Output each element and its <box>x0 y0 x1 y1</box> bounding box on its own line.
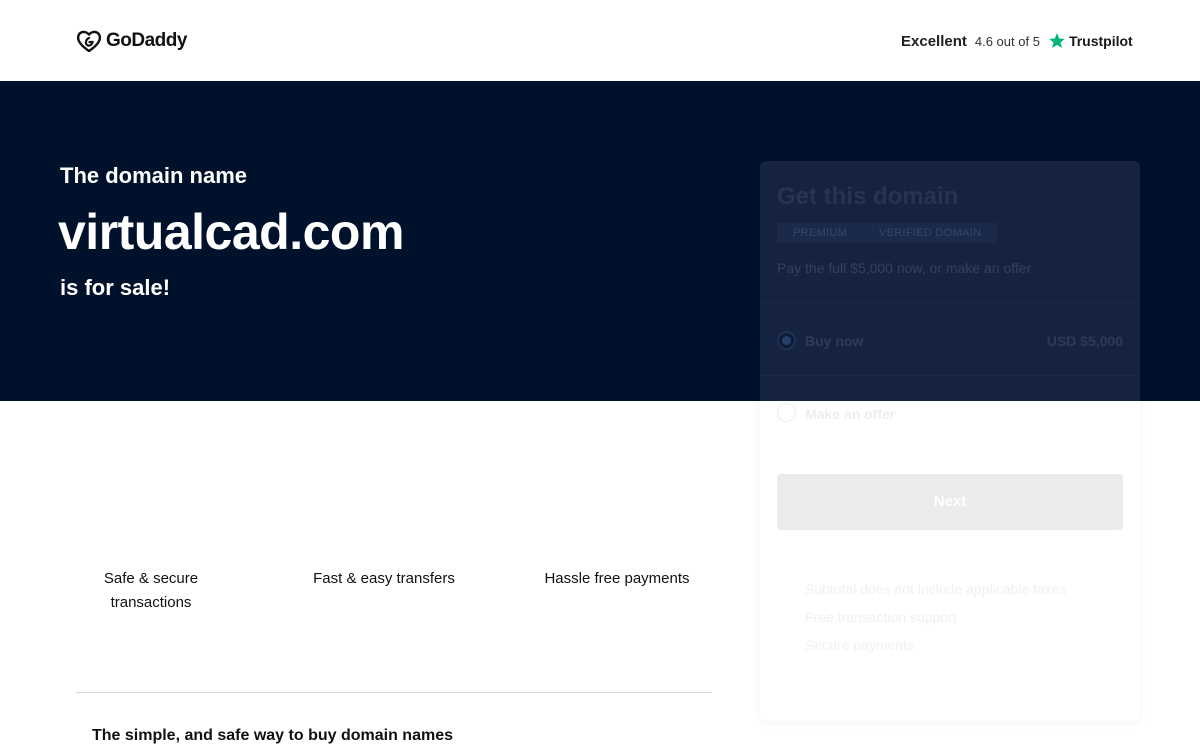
card-divider <box>760 375 1140 376</box>
feature-support: Free transaction support <box>805 609 957 625</box>
benefit-text: Fast & easy transfers <box>313 570 455 587</box>
make-offer-radio[interactable] <box>777 403 796 422</box>
hero-post-text: is for sale! <box>60 275 171 300</box>
godaddy-logo[interactable]: GoDaddy <box>76 28 187 54</box>
next-button[interactable]: Next <box>777 474 1123 530</box>
trustpilot-rating[interactable]: Excellent 4.6 out of 5 Trustpilot <box>901 29 1133 53</box>
trustpilot-brand: Trustpilot <box>1068 33 1133 49</box>
make-offer-label[interactable]: Make an offer <box>805 406 895 422</box>
benefit-text: Hassle free payments <box>544 570 690 587</box>
top-header: GoDaddy Excellent 4.6 out of 5 Trustpilo… <box>0 0 1200 81</box>
benefit-text: Safe & secure <box>103 570 199 587</box>
buy-now-radio[interactable] <box>777 331 796 350</box>
section-divider <box>76 692 712 693</box>
domain-name-title: virtualcad.com <box>58 204 404 260</box>
premium-badge: PREMIUM <box>777 223 864 243</box>
section-heading: The simple, and safe way to buy domain n… <box>92 727 453 744</box>
feature-secure-payments: Secure payments <box>805 637 914 653</box>
benefit-safe-secure: Safe & secure transactions <box>80 567 222 615</box>
buy-now-label[interactable]: Buy now <box>805 333 863 349</box>
benefit-text: transactions <box>110 594 192 611</box>
verified-domain-badge: VERIFIED DOMAIN <box>863 223 998 243</box>
card-title: Get this domain <box>777 183 959 210</box>
buy-now-price: USD $5,000 <box>1046 333 1123 349</box>
card-description: Pay the full $5,000 now, or make an offe… <box>777 260 1032 276</box>
benefit-fast-transfers: Fast & easy transfers <box>294 567 474 591</box>
star-icon <box>1049 33 1065 48</box>
feature-taxes: Subtotal does not include applicable tax… <box>805 581 1067 597</box>
hero-pre-text: The domain name <box>60 163 248 188</box>
godaddy-heart-icon <box>76 30 102 53</box>
purchase-card: Get this domain PREMIUM VERIFIED DOMAIN … <box>760 161 1140 721</box>
rating-score: 4.6 out of 5 <box>974 33 1040 49</box>
card-divider <box>760 302 1140 303</box>
logo-text: GoDaddy <box>106 30 187 51</box>
rating-label: Excellent <box>901 32 967 50</box>
benefit-hassle-free: Hassle free payments <box>527 567 707 591</box>
